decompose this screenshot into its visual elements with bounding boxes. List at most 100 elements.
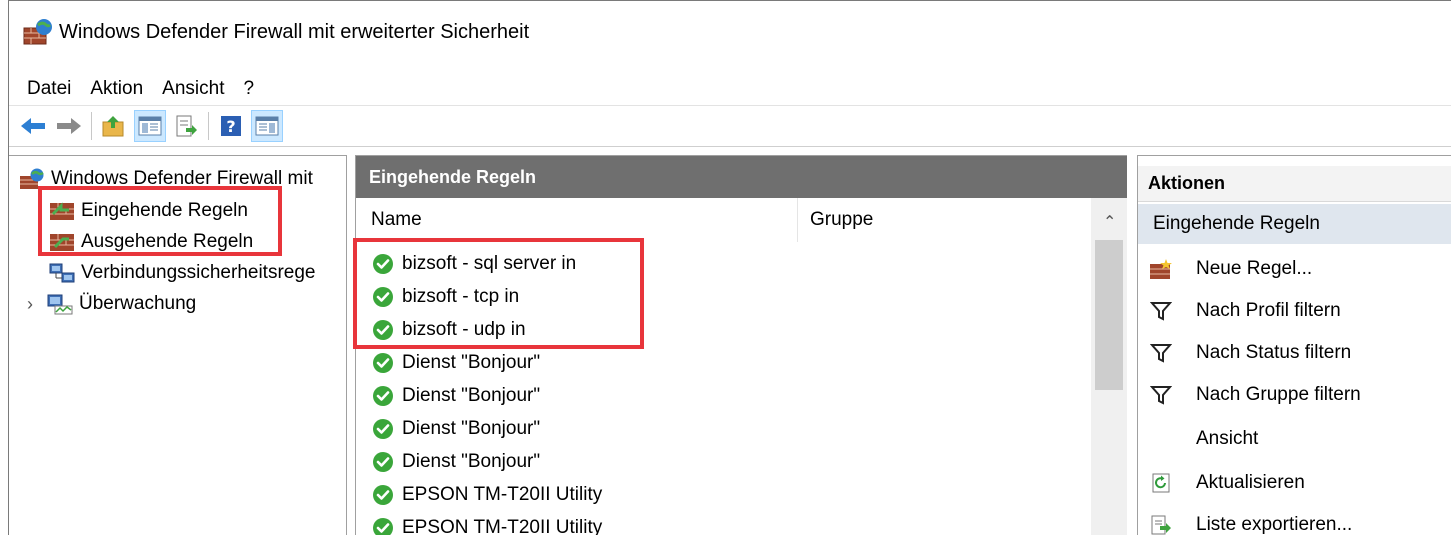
table-row[interactable]: bizsoft - tcp in [372,281,519,313]
up-folder-icon [102,116,124,137]
tree-item-eingehende-regeln[interactable]: Eingehende Regeln [49,196,248,226]
action-neue-regel[interactable]: Neue Regel... [1148,250,1312,288]
show-hide-action-pane-button[interactable] [251,110,283,142]
tree-item-label: Verbindungssicherheitsrege [81,262,316,283]
action-aktualisieren[interactable]: Aktualisieren [1148,464,1305,502]
rule-name: bizsoft - sql server in [402,253,577,274]
action-label: Ansicht [1196,428,1259,449]
rule-name: Dienst "Bonjour" [402,418,541,439]
toolbar-separator [208,112,209,140]
outbound-rules-icon [50,234,74,251]
window-title: Windows Defender Firewall mit erweiterte… [59,20,530,43]
forward-arrow-icon [57,118,81,134]
table-row[interactable]: bizsoft - udp in [372,314,526,346]
filter-icon [1148,299,1174,323]
export-icon [1148,513,1174,535]
chevron-right-icon[interactable]: › [27,294,41,315]
menu-help[interactable]: ? [243,78,254,100]
tree-item-ausgehende-regeln[interactable]: Ausgehende Regeln [49,227,253,257]
vertical-scrollbar[interactable]: ⌃ [1091,198,1127,535]
column-header-label: Name [371,209,422,230]
action-ansicht[interactable]: Ansicht [1148,420,1258,458]
toolbar-separator [91,112,92,140]
table-row[interactable]: Dienst "Bonjour" [372,347,540,379]
rule-name: Dienst "Bonjour" [402,385,541,406]
enabled-check-icon [373,386,393,406]
rule-name: EPSON TM-T20II Utility [402,517,603,535]
action-label: Neue Regel... [1196,258,1313,279]
toolbar: ? [9,105,1451,147]
show-hide-tree-button[interactable] [134,110,166,142]
scroll-up-icon[interactable]: ⌃ [1103,212,1116,232]
action-nach-profil-filtern[interactable]: Nach Profil filtern [1148,292,1341,330]
forward-button[interactable] [53,110,85,142]
action-label: Liste exportieren... [1196,514,1353,535]
menu-bar: Datei Aktion Ansicht ? [9,73,1451,105]
table-row[interactable]: EPSON TM-T20II Utility [372,512,602,535]
monitoring-icon [47,294,73,315]
menu-aktion[interactable]: Aktion [90,78,143,100]
firewall-window: Windows Defender Firewall mit erweiterte… [8,0,1451,535]
table-row[interactable]: bizsoft - sql server in [372,248,576,280]
actions-header: Aktionen [1138,166,1451,202]
action-label: Nach Gruppe filtern [1196,384,1361,405]
menu-datei[interactable]: Datei [27,78,71,100]
table-row[interactable]: Dienst "Bonjour" [372,413,540,445]
back-button[interactable] [17,110,49,142]
action-label: Nach Status filtern [1196,342,1352,363]
scrollbar-thumb[interactable] [1095,240,1123,390]
help-button[interactable]: ? [215,110,247,142]
action-liste-exportieren[interactable]: Liste exportieren... [1148,506,1352,535]
column-header-name[interactable]: Name [356,198,798,242]
rules-pane: Eingehende Regeln Name Gruppe ⌃ bizsoft … [355,155,1127,535]
rule-name: bizsoft - tcp in [402,286,520,307]
connection-security-icon [49,263,75,283]
navigation-tree: Windows Defender Firewall mit Eingehende… [9,155,347,535]
actions-section-eingehende-regeln[interactable]: Eingehende Regeln [1138,204,1451,244]
export-list-button[interactable] [170,110,202,142]
tree-item-ueberwachung[interactable]: › Überwachung [27,289,196,319]
table-row[interactable]: Dienst "Bonjour" [372,380,540,412]
action-nach-status-filtern[interactable]: Nach Status filtern [1148,334,1351,372]
enabled-check-icon [373,287,393,307]
enabled-check-icon [373,320,393,340]
enabled-check-icon [373,485,393,505]
menu-ansicht[interactable]: Ansicht [162,78,224,100]
enabled-check-icon [373,518,393,535]
tree-item-verbindungssicherheitsregeln[interactable]: Verbindungssicherheitsrege [49,258,345,288]
inbound-rules-icon [50,202,74,220]
refresh-icon [1148,471,1174,495]
enabled-check-icon [373,419,393,439]
column-header-group[interactable]: Gruppe [798,209,873,231]
filter-icon [1148,341,1174,365]
column-header-row: Name Gruppe [356,198,1092,242]
export-list-icon [176,115,197,137]
new-rule-icon [1148,257,1174,281]
rule-name: Dienst "Bonjour" [402,352,541,373]
tree-item-label: Eingehende Regeln [81,200,248,221]
enabled-check-icon [373,353,393,373]
tree-root[interactable]: Windows Defender Firewall mit [19,164,345,194]
pane-header: Eingehende Regeln [356,156,1127,198]
title-bar: Windows Defender Firewall mit erweiterte… [9,1,1451,63]
table-row[interactable]: EPSON TM-T20II Utility [372,479,602,511]
rule-name: EPSON TM-T20II Utility [402,484,603,505]
rule-name: bizsoft - udp in [402,319,526,340]
action-nach-gruppe-filtern[interactable]: Nach Gruppe filtern [1148,376,1361,414]
tree-root-label: Windows Defender Firewall mit [51,168,313,189]
up-folder-button[interactable] [98,110,130,142]
action-label: Nach Profil filtern [1196,300,1341,321]
firewall-app-icon [23,19,52,45]
show-hide-tree-icon [138,116,162,136]
column-header-label: Gruppe [810,209,874,230]
actions-section-label: Eingehende Regeln [1153,213,1320,234]
filter-icon [1148,383,1174,407]
help-icon: ? [221,116,241,136]
svg-text:?: ? [226,117,235,136]
tree-item-label: Überwachung [79,293,197,314]
tree-item-label: Ausgehende Regeln [81,231,254,252]
firewall-app-icon [20,168,44,189]
action-label: Aktualisieren [1196,472,1305,493]
enabled-check-icon [373,452,393,472]
table-row[interactable]: Dienst "Bonjour" [372,446,540,478]
